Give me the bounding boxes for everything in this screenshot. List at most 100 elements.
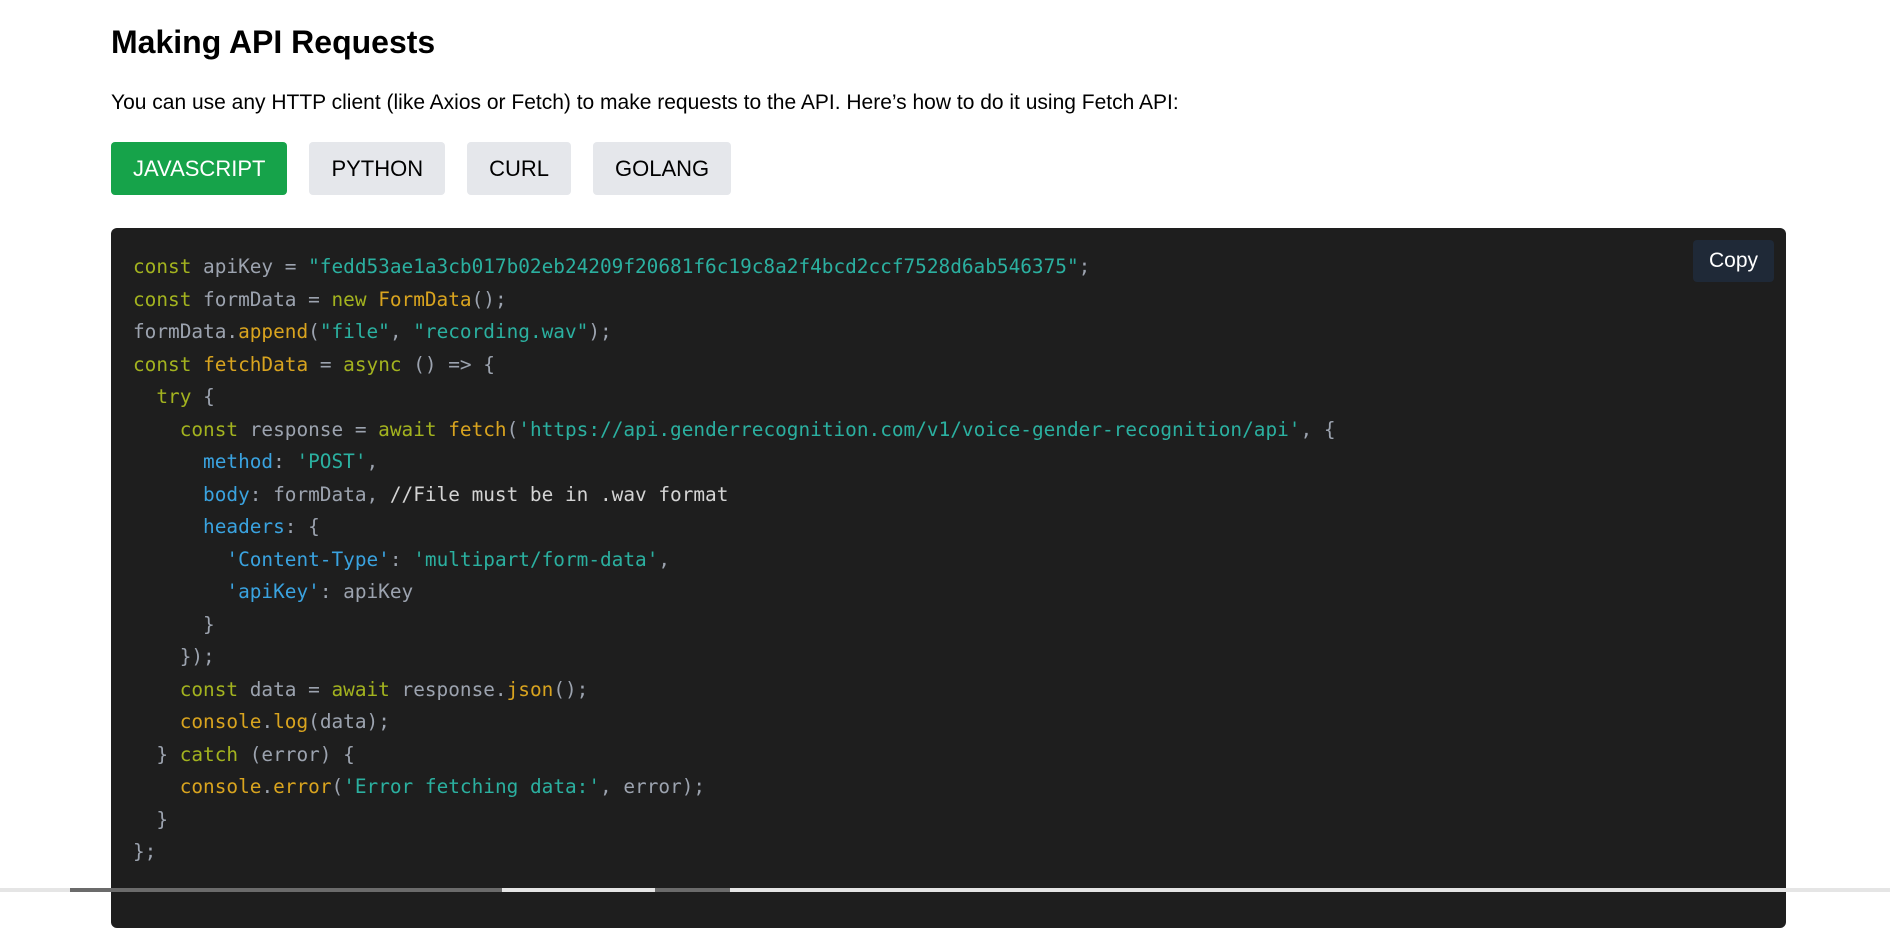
code-token: ); [588,320,612,343]
code-token: formData = [191,287,332,311]
code-token: await [331,677,390,701]
code-token: , [389,320,414,343]
code-token: }; [133,840,157,863]
code-token: console [179,710,262,733]
code-line: body: formData, //File must be in .wav f… [133,479,1336,512]
code-line: try { [133,381,1336,414]
code-token: "file" [319,320,390,343]
code-token: () => { [401,352,495,376]
code-token: try [156,385,192,408]
code-token: (error) { [238,742,355,766]
code-token: log [273,710,309,733]
tab-golang[interactable]: GOLANG [593,142,732,195]
code-token: const [133,287,192,311]
code-token: }); [133,645,215,668]
code-token: 'POST' [296,450,367,473]
code-token: ( [308,320,320,343]
code-line: const formData = new FormData(); [133,284,1336,317]
code-token: , [658,547,671,571]
tab-curl[interactable]: CURL [467,142,572,195]
scrollbar-thumb[interactable] [70,888,502,892]
code-token: 'apiKey' [226,580,320,603]
copy-button[interactable]: Copy [1692,240,1774,282]
code-token: //File must be in .wav format [389,482,729,506]
code-token: const [179,417,239,441]
code-line: }); [133,641,1336,674]
code-line: const response = await fetch('https://ap… [133,414,1336,447]
code-token: : apiKey [319,580,414,603]
code-token: (data); [308,710,390,733]
code-listing: const apiKey = "fedd53ae1a3cb017b02eb242… [133,251,1336,869]
code-line: const data = await response.json(); [133,674,1336,707]
code-token: console [179,775,262,798]
code-token: new [331,287,367,311]
code-token: : [389,547,414,571]
tab-javascript[interactable]: JAVASCRIPT [111,142,288,195]
code-token: FormData [378,287,472,311]
code-line: formData.append("file", "recording.wav")… [133,316,1336,349]
code-token: "fedd53ae1a3cb017b02eb24209f20681f6c19c8… [308,255,1079,278]
code-token: "recording.wav" [413,320,589,343]
code-token: ( [331,775,344,798]
code-token: 'https://api.genderrecognition.com/v1/vo… [518,417,1301,441]
code-token: fetchData [203,352,309,376]
code-line: method: 'POST', [133,446,1336,479]
language-tabs: JAVASCRIPT PYTHON CURL GOLANG [111,142,732,195]
code-line: headers: { [133,511,1336,544]
code-token: 'multipart/form-data' [413,547,659,571]
code-token: async [343,352,402,376]
code-token: response = [238,417,379,441]
code-token: catch [179,742,239,766]
code-line: } catch (error) { [133,739,1336,772]
tab-python[interactable]: PYTHON [309,142,446,195]
code-token: : formData, [249,482,390,506]
code-token: ( [506,417,519,441]
code-token: fetch [448,417,507,441]
code-line: console.error('Error fetching data:', er… [133,771,1336,804]
code-token: body [203,482,250,506]
intro-text: You can use any HTTP client (like Axios … [111,91,1179,114]
code-block: Copy const apiKey = "fedd53ae1a3cb017b02… [111,228,1786,928]
code-token: , { [1300,417,1336,441]
code-token: await [378,417,437,441]
code-token: apiKey = [191,255,309,278]
code-token: (); [553,677,589,701]
code-token: = [308,352,344,376]
code-token: response. [389,677,507,701]
code-token: error [273,775,332,798]
scrollbar-thumb-secondary[interactable] [655,888,730,892]
code-token: data = [238,677,332,701]
code-token: (); [471,287,507,311]
code-line: console.log(data); [133,706,1336,739]
code-token: } [133,612,215,636]
code-line: const apiKey = "fedd53ae1a3cb017b02eb242… [133,251,1336,284]
code-token: const [133,255,192,278]
code-line: 'Content-Type': 'multipart/form-data', [133,544,1336,577]
code-line: const fetchData = async () => { [133,349,1336,382]
code-token: json [506,677,554,701]
code-token: . [261,775,274,798]
code-line: 'apiKey': apiKey [133,576,1336,609]
code-token: 'Content-Type' [226,547,390,571]
code-token: const [179,677,239,701]
code-token: } [133,807,169,831]
code-token: . [261,710,274,733]
code-token: } [133,742,180,766]
code-token: , [366,450,379,473]
code-line: } [133,804,1336,837]
code-token: 'Error fetching data:' [343,775,601,798]
code-token: formData. [133,320,239,343]
code-line: } [133,609,1336,642]
horizontal-scrollbar[interactable] [0,888,1890,892]
code-token: , error); [600,775,706,798]
